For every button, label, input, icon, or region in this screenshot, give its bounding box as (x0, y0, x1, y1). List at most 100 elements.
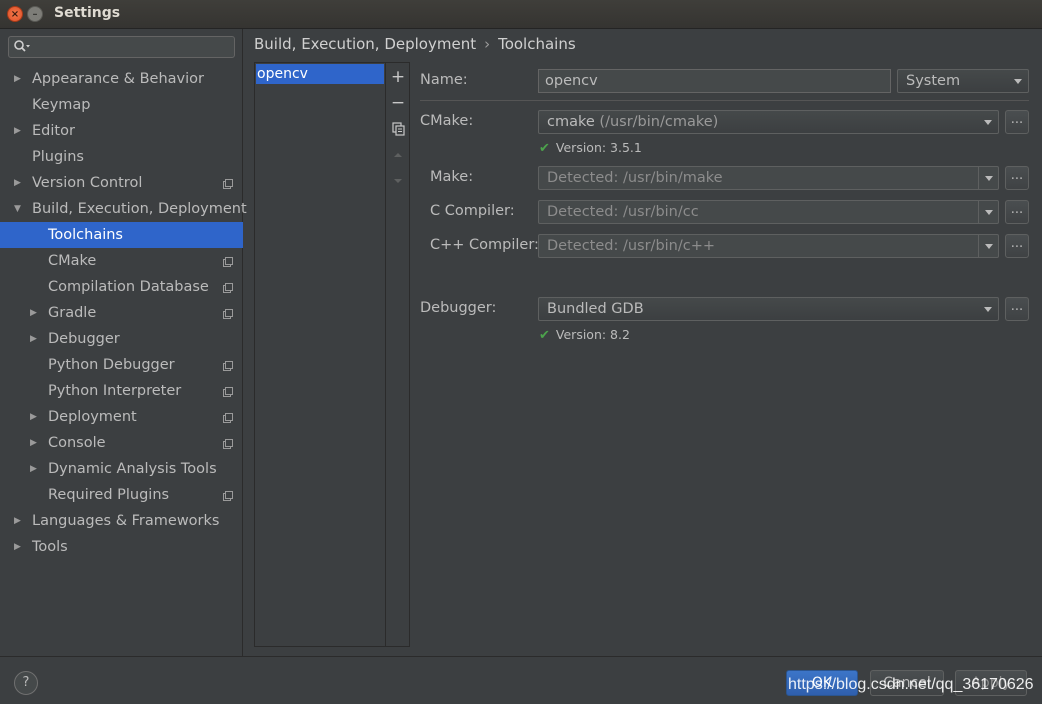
help-button[interactable]: ? (14, 671, 38, 695)
sidebar-item-label: Console (48, 435, 106, 451)
settings-tree: ▶ Appearance & Behavior Keymap ▶ Editor Pl… (0, 66, 247, 560)
sidebar-item-label: Required Plugins (48, 487, 170, 503)
expand-arrow-icon[interactable]: ▶ (14, 534, 21, 560)
expand-arrow-icon[interactable]: ▶ (30, 430, 37, 456)
sidebar-item-label: Dynamic Analysis Tools (48, 461, 217, 477)
project-scope-icon (223, 179, 233, 189)
collapse-arrow-icon[interactable]: ▼ (14, 196, 21, 222)
add-toolchain-icon[interactable]: + (388, 67, 408, 87)
sidebar-item-label: Languages & Frameworks (32, 513, 220, 529)
c-compiler-browse-button[interactable]: ... (1005, 200, 1029, 224)
project-scope-icon (223, 413, 233, 423)
close-window-button[interactable]: × (7, 6, 23, 22)
name-label: Name: (420, 72, 468, 88)
search-input[interactable] (8, 36, 235, 58)
move-down-icon[interactable] (388, 171, 408, 191)
name-field[interactable]: opencv (538, 69, 891, 93)
sidebar-item-label: Debugger (48, 331, 120, 347)
sidebar-item-dynamic-analysis-tools[interactable]: ▶ Dynamic Analysis Tools (0, 456, 243, 482)
project-scope-icon (223, 309, 233, 319)
environment-type-dropdown[interactable]: System (897, 69, 1029, 93)
sidebar-item-languages-frameworks[interactable]: ▶ Languages & Frameworks (0, 508, 243, 534)
debugger-label: Debugger: (420, 300, 497, 316)
sidebar-item-compilation-database[interactable]: Compilation Database (0, 274, 243, 300)
sidebar-item-build-execution-deployment[interactable]: ▼ Build, Execution, Deployment (0, 196, 247, 222)
project-scope-icon (223, 283, 233, 293)
dialog-footer: ? OK Cancel Apply https://blog.csdn.net/… (0, 656, 1042, 704)
expand-arrow-icon[interactable]: ▶ (30, 456, 37, 482)
sidebar-item-label: Python Interpreter (48, 383, 182, 399)
sidebar-item-label: Tools (32, 539, 68, 555)
sidebar-item-version-control[interactable]: ▶ Version Control (0, 170, 243, 196)
chevron-down-icon[interactable] (978, 111, 998, 133)
expand-arrow-icon[interactable]: ▶ (30, 404, 37, 430)
breadcrumb-parent: Build, Execution, Deployment (254, 35, 477, 53)
sidebar-item-label: Keymap (32, 97, 91, 113)
chevron-down-icon[interactable] (978, 298, 998, 320)
search-icon[interactable] (13, 39, 31, 55)
project-scope-icon (223, 361, 233, 371)
cmake-value: cmake (547, 114, 595, 130)
debugger-value: Bundled GDB (547, 301, 644, 317)
sidebar-item-label: Version Control (32, 175, 143, 191)
cmake-label: CMake: (420, 113, 474, 129)
sidebar-item-gradle[interactable]: ▶ Gradle (0, 300, 243, 326)
expand-arrow-icon[interactable]: ▶ (14, 170, 21, 196)
make-label: Make: (430, 169, 474, 185)
expand-arrow-icon[interactable]: ▶ (14, 66, 21, 92)
sidebar-item-label: CMake (48, 253, 97, 269)
cmake-version-status: ✔ Version: 3.5.1 (539, 140, 642, 156)
c-compiler-label: C Compiler: (430, 203, 515, 219)
remove-toolchain-icon[interactable]: − (388, 93, 408, 113)
chevron-down-icon[interactable] (1008, 70, 1028, 92)
sidebar-item-deployment[interactable]: ▶ Deployment (0, 404, 243, 430)
debugger-browse-button[interactable]: ... (1005, 297, 1029, 321)
sidebar-item-debugger[interactable]: ▶ Debugger (0, 326, 243, 352)
chevron-down-icon[interactable] (978, 235, 998, 257)
project-scope-icon (223, 387, 233, 397)
sidebar-item-python-interpreter[interactable]: Python Interpreter (0, 378, 243, 404)
sidebar-item-python-debugger[interactable]: Python Debugger (0, 352, 243, 378)
title-bar: × – Settings (0, 0, 1042, 29)
cpp-compiler-combo[interactable]: Detected: /usr/bin/c++ (538, 234, 999, 258)
cmake-version-text: Version: 3.5.1 (555, 140, 642, 155)
sidebar-item-label: Python Debugger (48, 357, 175, 373)
debugger-version-text: Version: 8.2 (555, 327, 630, 342)
breadcrumb-current: Toolchains (498, 35, 576, 53)
debugger-dropdown[interactable]: Bundled GDB (538, 297, 999, 321)
c-compiler-combo[interactable]: Detected: /usr/bin/cc (538, 200, 999, 224)
debugger-version-status: ✔ Version: 8.2 (539, 327, 630, 343)
make-combo[interactable]: Detected: /usr/bin/make (538, 166, 999, 190)
sidebar-item-keymap[interactable]: Keymap (0, 92, 243, 118)
toolchain-list-item[interactable]: opencv (256, 64, 384, 84)
breadcrumb: Build, Execution, Deployment › Toolchains (254, 35, 576, 53)
window-title: Settings (54, 5, 121, 21)
sidebar-item-console[interactable]: ▶ Console (0, 430, 243, 456)
cmake-dropdown[interactable]: cmake (/usr/bin/cmake) (538, 110, 999, 134)
expand-arrow-icon[interactable]: ▶ (14, 508, 21, 534)
sidebar-item-required-plugins[interactable]: Required Plugins (0, 482, 243, 508)
sidebar-item-editor[interactable]: ▶ Editor (0, 118, 243, 144)
move-up-icon[interactable] (388, 145, 408, 165)
name-value: opencv (545, 73, 598, 89)
expand-arrow-icon[interactable]: ▶ (30, 326, 37, 352)
sidebar-item-toolchains[interactable]: Toolchains (0, 222, 243, 248)
minimize-window-button[interactable]: – (27, 6, 43, 22)
make-browse-button[interactable]: ... (1005, 166, 1029, 190)
sidebar-item-plugins[interactable]: Plugins (0, 144, 243, 170)
chevron-down-icon[interactable] (978, 167, 998, 189)
copy-toolchain-icon[interactable] (388, 119, 408, 139)
sidebar-item-tools[interactable]: ▶ Tools (0, 534, 243, 560)
toolchain-list: opencv + − (254, 62, 410, 647)
expand-arrow-icon[interactable]: ▶ (14, 118, 21, 144)
check-icon: ✔ (539, 328, 550, 343)
toolchain-list-toolbar: + − (385, 63, 410, 646)
chevron-down-icon[interactable] (978, 201, 998, 223)
sidebar-item-cmake[interactable]: CMake (0, 248, 243, 274)
expand-arrow-icon[interactable]: ▶ (30, 300, 37, 326)
sidebar-item-appearance-behavior[interactable]: ▶ Appearance & Behavior (0, 66, 243, 92)
cpp-compiler-browse-button[interactable]: ... (1005, 234, 1029, 258)
sidebar-item-label: Gradle (48, 305, 97, 321)
toolchains-page: Build, Execution, Deployment › Toolchains … (244, 29, 1042, 656)
cmake-browse-button[interactable]: ... (1005, 110, 1029, 134)
